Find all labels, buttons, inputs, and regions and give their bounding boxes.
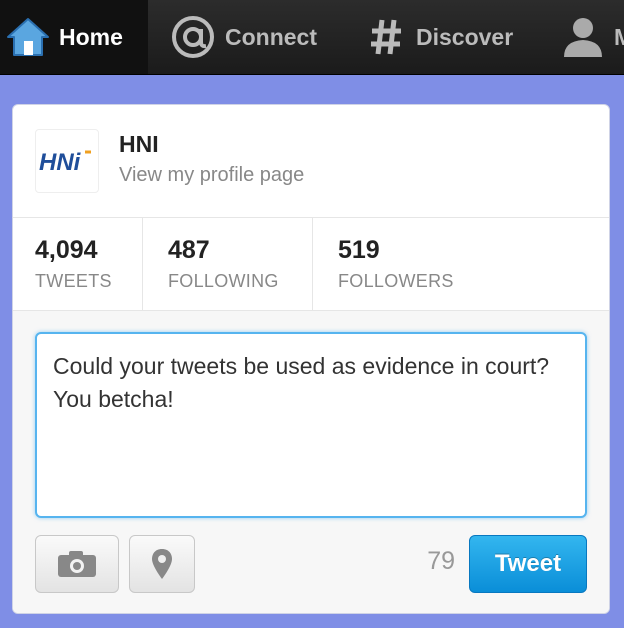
location-pin-icon <box>152 549 172 579</box>
house-icon <box>6 15 50 59</box>
at-sign-icon <box>170 14 216 60</box>
nav-connect[interactable]: Connect <box>148 0 344 74</box>
stats-bar: 4,094 TWEETS 487 FOLLOWING 519 FOLLOWERS <box>13 217 609 311</box>
character-counter: 79 <box>427 547 455 575</box>
tweet-composer: Could your tweets be used as evidence in… <box>13 311 609 613</box>
nav-discover-label: Discover <box>416 23 514 50</box>
stat-following-value: 487 <box>168 236 210 264</box>
tweet-textarea[interactable]: Could your tweets be used as evidence in… <box>35 332 587 518</box>
add-location-button[interactable] <box>129 535 195 593</box>
stat-followers-label: FOLLOWERS <box>338 271 454 291</box>
hashtag-icon <box>370 17 402 57</box>
stat-followers-value: 519 <box>338 236 380 264</box>
stat-tweets-value: 4,094 <box>35 236 98 264</box>
nav-me-label: Me <box>614 23 624 50</box>
profile-summary: HNi HNI View my profile page <box>13 105 609 217</box>
view-profile-link[interactable]: View my profile page <box>119 164 304 187</box>
svg-text:HNi: HNi <box>39 149 82 176</box>
stat-followers[interactable]: 519 FOLLOWERS <box>312 218 609 310</box>
avatar[interactable]: HNi <box>35 129 99 193</box>
dashboard-card: HNi HNI View my profile page 4,094 TWEET… <box>12 104 610 614</box>
stat-following-label: FOLLOWING <box>168 271 279 291</box>
nav-connect-label: Connect <box>225 23 317 50</box>
person-icon <box>562 15 604 59</box>
hni-logo: HNi <box>39 149 91 176</box>
nav-home-label: Home <box>59 23 123 50</box>
camera-icon <box>58 551 96 577</box>
nav-me[interactable]: Me <box>542 0 624 74</box>
stat-tweets[interactable]: 4,094 TWEETS <box>13 218 142 310</box>
stat-following[interactable]: 487 FOLLOWING <box>142 218 312 310</box>
stat-tweets-label: TWEETS <box>35 271 112 291</box>
tweet-button[interactable]: Tweet <box>469 535 587 593</box>
profile-name[interactable]: HNI <box>119 131 159 158</box>
nav-discover[interactable]: Discover <box>344 0 542 74</box>
nav-home[interactable]: Home <box>0 0 148 74</box>
top-nav-bar: Home Connect Discover M <box>0 0 624 75</box>
add-photo-button[interactable] <box>35 535 119 593</box>
